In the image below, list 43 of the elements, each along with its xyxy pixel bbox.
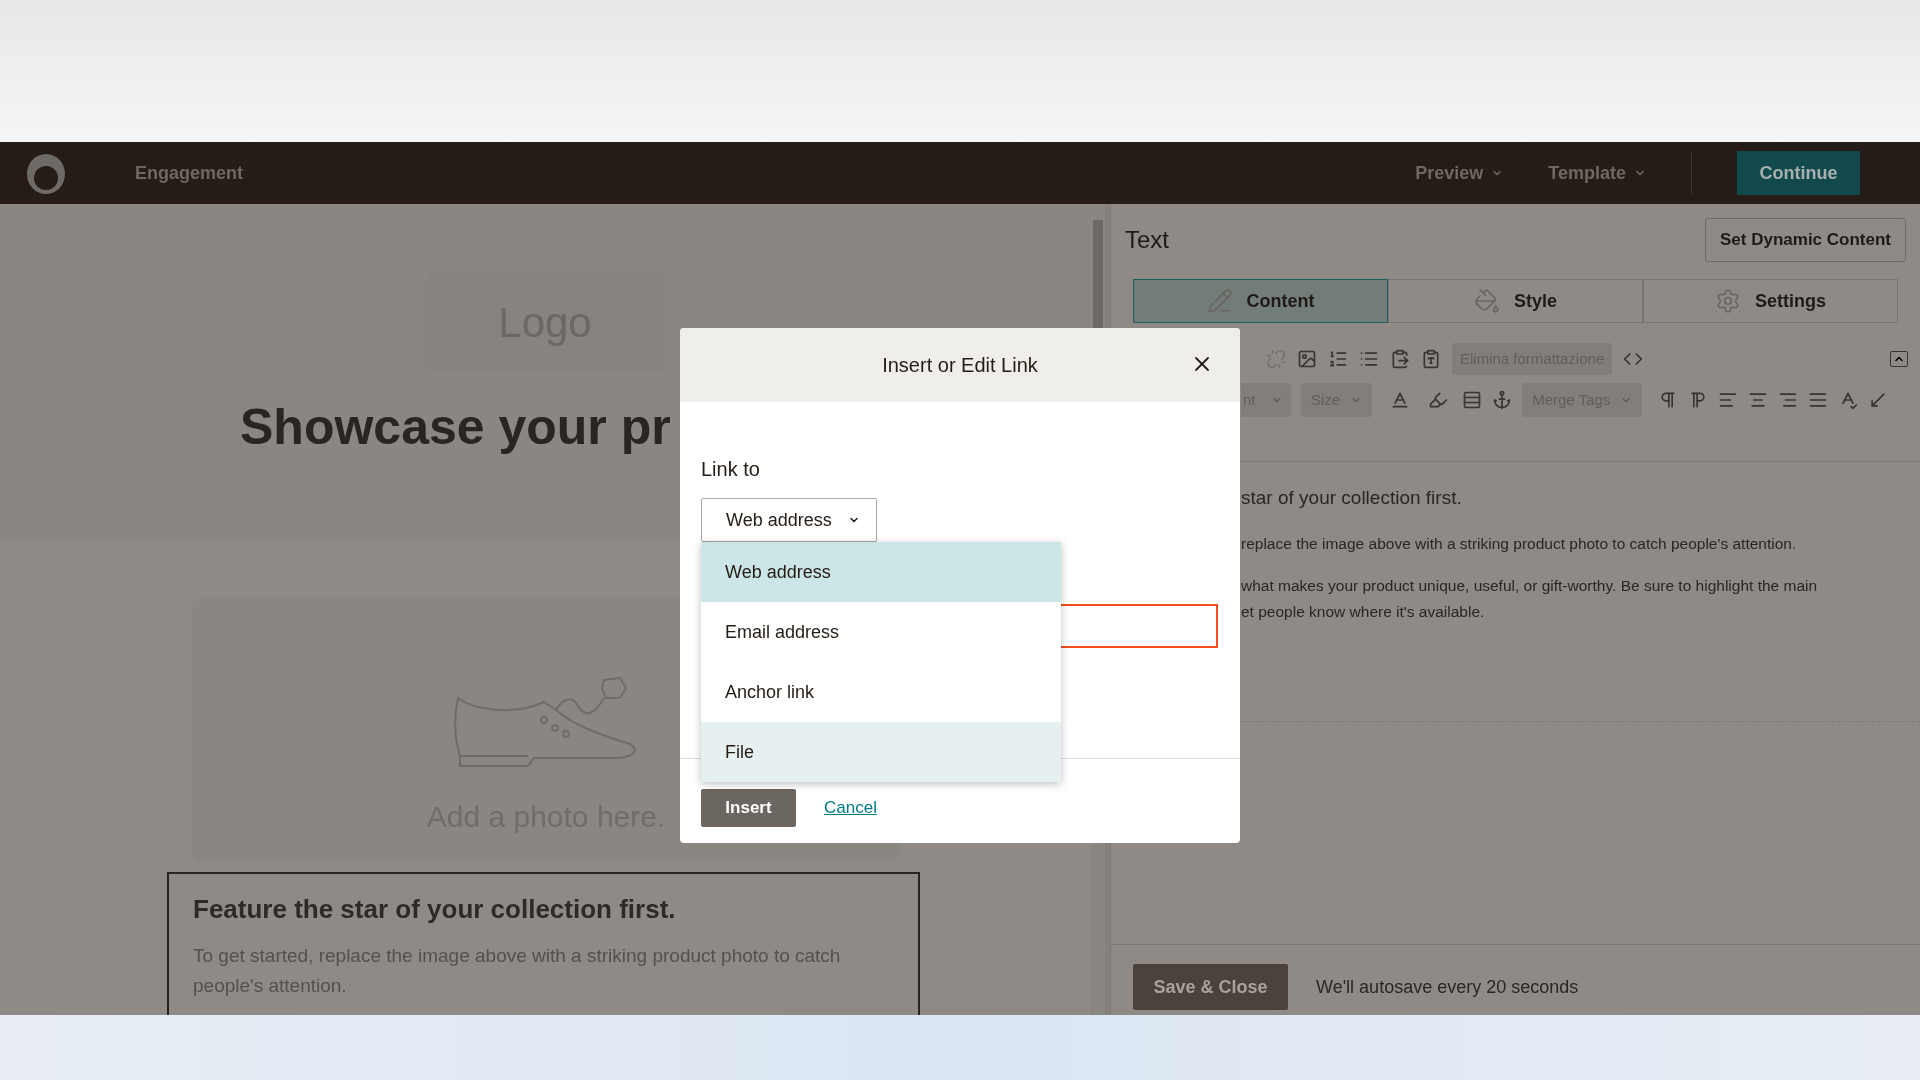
align-justify-icon[interactable] <box>1808 390 1829 410</box>
save-close-button[interactable]: Save & Close <box>1133 964 1288 1010</box>
menu-button[interactable]: Preview <box>1415 159 1504 187</box>
paste-text-icon[interactable] <box>1421 349 1441 369</box>
cancel-link[interactable]: Cancel <box>824 795 877 821</box>
dialog-title: Insert or Edit Link <box>882 353 1038 378</box>
bullet-list-icon[interactable] <box>1359 349 1379 369</box>
anchor-icon[interactable] <box>1492 390 1513 410</box>
email-heading: Showcase your pr <box>240 402 672 452</box>
insert-button[interactable]: Insert <box>701 789 796 827</box>
block-heading: Feature the star of your collection first. <box>193 893 677 926</box>
menu-option[interactable]: File <box>701 722 1061 782</box>
panel-tab[interactable]: Settings <box>1643 279 1898 323</box>
continue-button[interactable]: Continue <box>1737 151 1860 195</box>
settings-icon <box>1715 288 1741 314</box>
link-to-label: Link to <box>701 457 761 482</box>
numbered-list-icon[interactable] <box>1328 349 1348 369</box>
editor-paragraph: replace the image above with a striking product photo to catch people's attention. <box>1241 533 1798 554</box>
block-paragraph: To get started, replace the image above with a striking product photo to catch people's attention. <box>193 944 842 998</box>
pencil-icon <box>1206 288 1233 314</box>
menu-option[interactable]: Anchor link <box>701 662 1061 722</box>
editor-paragraph: what makes your product unique, useful, or gift-worthy. Be sure to highlight the main <box>1241 575 1819 596</box>
highlight-icon[interactable] <box>1428 390 1449 410</box>
section-name: Engagement <box>135 161 244 185</box>
paint-bucket-icon <box>1474 288 1500 314</box>
menu-option[interactable]: Web address <box>701 542 1061 602</box>
align-center-icon[interactable] <box>1748 390 1769 410</box>
link-type-select[interactable]: Web address <box>701 498 877 542</box>
editor-paragraph: et people know where it's available. <box>1241 601 1486 622</box>
align-right-icon[interactable] <box>1778 390 1799 410</box>
block-icon[interactable] <box>1462 390 1483 410</box>
editor-heading: star of your collection first. <box>1241 486 1463 510</box>
align-left-icon[interactable] <box>1718 390 1739 410</box>
menu-button[interactable]: Template <box>1548 159 1646 187</box>
collapse-button[interactable] <box>1890 351 1908 367</box>
paste-icon[interactable] <box>1390 349 1410 369</box>
menu-option[interactable]: Email address <box>701 602 1061 662</box>
panel-title: Text <box>1125 225 1169 255</box>
panel-tab[interactable]: Style <box>1388 279 1643 323</box>
dynamic-content-button[interactable]: Set Dynamic Content <box>1705 218 1906 262</box>
panel-tab[interactable]: Content <box>1133 279 1388 323</box>
autosave-note: We'll autosave every 20 seconds <box>1316 975 1579 999</box>
image-icon[interactable] <box>1297 349 1317 369</box>
